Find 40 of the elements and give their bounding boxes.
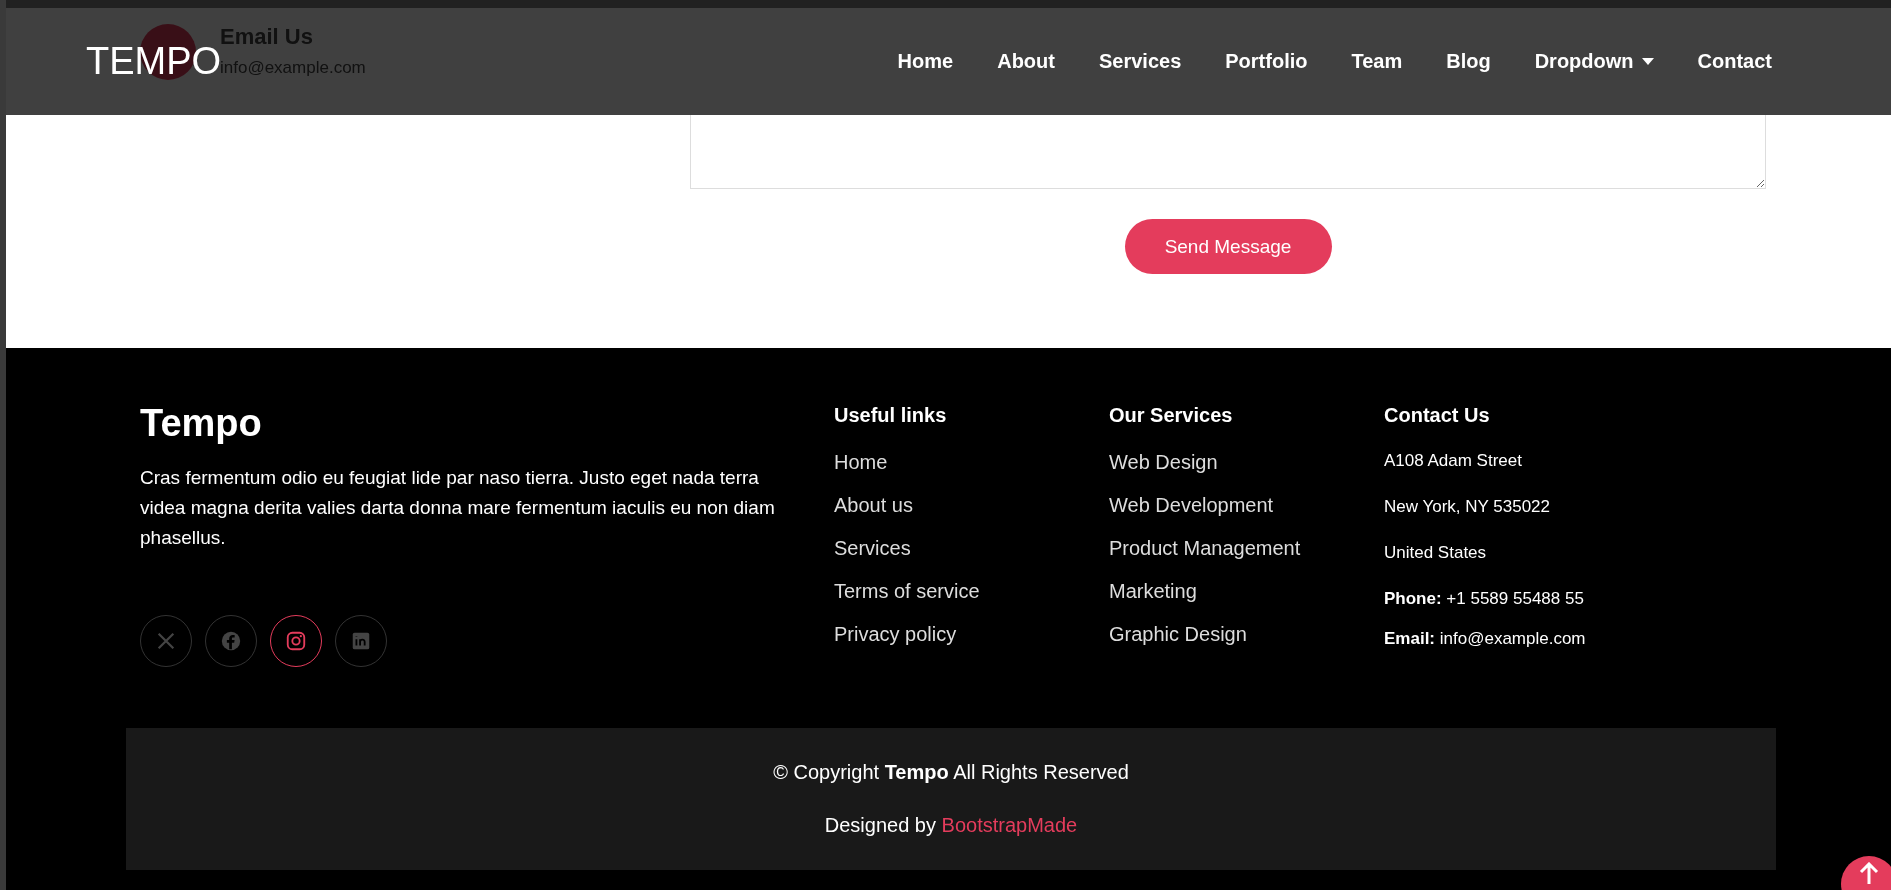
footer-link[interactable]: Services	[834, 537, 1109, 560]
nav-link[interactable]: About	[997, 50, 1055, 73]
nav-link[interactable]: Portfolio	[1225, 50, 1308, 73]
arrow-up-icon	[1859, 862, 1879, 884]
credit-link[interactable]: BootstrapMade	[941, 814, 1078, 836]
copyright-text: © Copyright Tempo All Rights Reserved	[773, 761, 1129, 784]
footer-link[interactable]: Terms of service	[834, 580, 1109, 603]
footer-description: Cras fermentum odio eu feugiat lide par naso tierra. Justo eget nada terra videa magna derita valies darta donna mare fermentum iaculis eu non diam phasellus.	[140, 466, 776, 550]
address-line: United States	[1384, 543, 1488, 563]
nav-link[interactable]: Blog	[1446, 50, 1491, 73]
facebook-icon	[220, 630, 242, 652]
footer-link[interactable]: Graphic Design	[1109, 623, 1384, 646]
nav-link[interactable]: Contact	[1697, 50, 1772, 73]
x-logo-icon	[155, 630, 177, 652]
site-logo[interactable]: TEMPO	[86, 40, 222, 83]
footer-column-title: Our Services	[1109, 404, 1234, 427]
instagram-icon	[285, 630, 307, 652]
nav-link[interactable]: Home	[897, 50, 954, 73]
footer-brand: Tempo	[140, 402, 263, 445]
footer-link[interactable]: Product Management	[1109, 537, 1384, 560]
message-field[interactable]	[690, 115, 1766, 189]
caret-icon	[1641, 58, 1654, 65]
footer-link[interactable]: Home	[834, 451, 1109, 474]
footer-column-title: Contact Us	[1384, 404, 1491, 427]
send-message-button[interactable]: Send Message	[1124, 219, 1332, 274]
linkedin-icon	[350, 630, 372, 652]
footer-link[interactable]: Web Design	[1109, 451, 1384, 474]
nav-link[interactable]: Dropdown	[1534, 50, 1654, 73]
footer-link[interactable]: Web Development	[1109, 494, 1384, 517]
footer-link[interactable]: Marketing	[1109, 580, 1384, 603]
email-text: Email: info@example.com	[1384, 629, 1587, 649]
credit-text: Designed by BootstrapMade	[824, 814, 1078, 837]
address-line: A108 Adam Street	[1384, 451, 1523, 471]
nav-link[interactable]: Team	[1351, 50, 1403, 73]
phone-text: Phone: +1 5589 55488 55	[1384, 589, 1585, 609]
footer-link[interactable]: Privacy policy	[834, 623, 1109, 646]
footer-link[interactable]: About us	[834, 494, 1109, 517]
footer-column-title: Useful links	[834, 404, 948, 427]
address-line: New York, NY 535022	[1384, 497, 1552, 517]
nav-link[interactable]: Services	[1098, 50, 1182, 73]
